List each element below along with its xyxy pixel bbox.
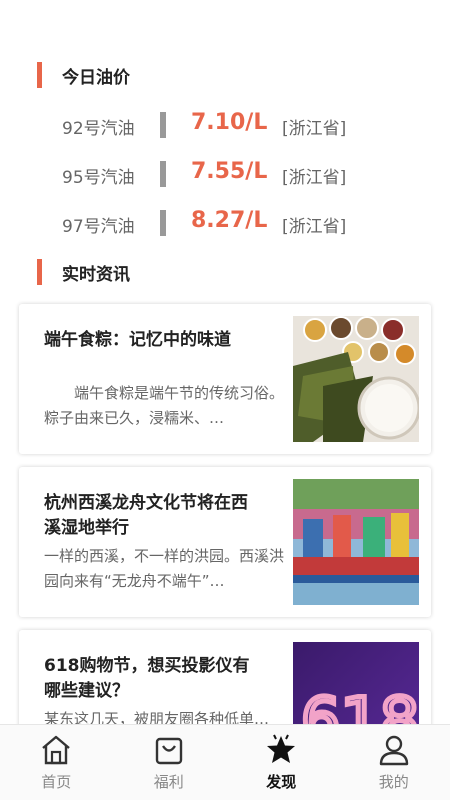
svg-text:618: 618 bbox=[301, 684, 419, 724]
news-card[interactable]: 端午食粽：记忆中的味道 端午食粽是端午节的传统习俗。粽子由来已久，浸糯米、… bbox=[19, 304, 431, 454]
user-icon bbox=[379, 735, 408, 766]
oil-separator bbox=[160, 161, 166, 187]
oil-region: [浙江省] bbox=[282, 168, 347, 188]
oil-separator bbox=[160, 210, 166, 236]
oil-row-92: 92号汽油 7.10/L [浙江省] bbox=[0, 110, 450, 140]
news-card-image-618: 618 bbox=[293, 642, 419, 724]
tab-label: 发现 bbox=[266, 773, 297, 791]
news-card-desc: 端午食粽是端午节的传统习俗。粽子由来已久，浸糯米、… bbox=[44, 384, 285, 427]
oil-region: [浙江省] bbox=[282, 217, 347, 237]
oil-section-header: 今日油价 bbox=[37, 62, 130, 88]
oil-row-97: 97号汽油 8.27/L [浙江省] bbox=[0, 208, 450, 238]
screen: 今日油价 92号汽油 7.10/L [浙江省] 95号汽油 7.55/L [浙江… bbox=[0, 0, 450, 724]
oil-separator bbox=[160, 112, 166, 138]
shopping-bag-icon bbox=[155, 737, 182, 765]
news-card-desc: 一样的西溪，不一样的洪园。西溪洪园向来有“无龙舟不端午”… bbox=[44, 547, 285, 590]
oil-name: 97号汽油 bbox=[62, 217, 135, 237]
tab-home[interactable]: 首页 bbox=[0, 725, 113, 800]
oil-row-95: 95号汽油 7.55/L [浙江省] bbox=[0, 159, 450, 189]
bottom-tab-bar: 首页 福利 发现 我的 bbox=[0, 724, 450, 800]
news-card-image-dragon-boat bbox=[293, 479, 419, 605]
oil-name: 95号汽油 bbox=[62, 168, 135, 188]
oil-price: 8.27/L bbox=[191, 208, 268, 233]
news-section-title: 实时资讯 bbox=[62, 264, 130, 285]
oil-region: [浙江省] bbox=[282, 119, 347, 139]
tab-label: 我的 bbox=[378, 773, 409, 791]
star-icon bbox=[267, 734, 296, 763]
oil-name: 92号汽油 bbox=[62, 119, 135, 139]
section-accent-bar bbox=[37, 62, 42, 88]
oil-price: 7.10/L bbox=[191, 110, 268, 135]
news-card-title: 端午食粽：记忆中的味道 bbox=[44, 330, 231, 350]
tab-label: 首页 bbox=[41, 773, 72, 791]
tab-benefits[interactable]: 福利 bbox=[113, 725, 226, 800]
section-accent-bar bbox=[37, 259, 42, 285]
oil-price: 7.55/L bbox=[191, 159, 268, 184]
news-card-title: 杭州西溪龙舟文化节将在西溪湿地举行 bbox=[44, 493, 248, 538]
news-section-header: 实时资讯 bbox=[37, 259, 130, 285]
tab-discover[interactable]: 发现 bbox=[225, 725, 338, 800]
news-card-title: 618购物节，想买投影仪有哪些建议？ bbox=[44, 656, 250, 701]
tab-label: 福利 bbox=[153, 773, 184, 791]
tab-me[interactable]: 我的 bbox=[338, 725, 450, 800]
home-icon bbox=[42, 735, 71, 765]
news-card[interactable]: 杭州西溪龙舟文化节将在西溪湿地举行 一样的西溪，不一样的洪园。西溪洪园向来有“无… bbox=[19, 467, 431, 617]
news-card-desc: 某东这几天，被朋友圈各种低单… bbox=[44, 710, 270, 724]
news-card-image-zongzi bbox=[293, 316, 419, 442]
news-card[interactable]: 618购物节，想买投影仪有哪些建议？ 某东这几天，被朋友圈各种低单… 618 bbox=[19, 630, 431, 724]
oil-section-title: 今日油价 bbox=[62, 67, 130, 88]
